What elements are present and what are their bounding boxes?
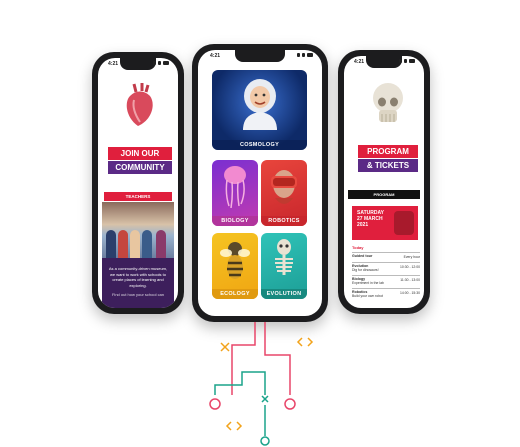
cross-icon bbox=[220, 342, 230, 352]
phone-notch bbox=[120, 58, 156, 70]
circuit-decoration bbox=[209, 322, 314, 446]
circuit-line bbox=[264, 322, 291, 395]
code-brackets-icon bbox=[296, 337, 314, 347]
circuit-node bbox=[284, 398, 296, 410]
status-time: 4:21 bbox=[354, 59, 365, 65]
status-icons bbox=[153, 61, 169, 65]
circuit-line bbox=[214, 371, 266, 395]
status-time: 4:21 bbox=[108, 61, 119, 67]
status-icons bbox=[297, 53, 313, 57]
status-time: 4:21 bbox=[210, 53, 221, 59]
cross-icon bbox=[261, 395, 269, 403]
status-icons bbox=[399, 59, 415, 63]
phone-notch bbox=[366, 56, 402, 68]
circuit-node bbox=[209, 398, 221, 410]
circuit-node bbox=[260, 436, 270, 446]
code-brackets-icon bbox=[225, 421, 243, 431]
circuit-line bbox=[231, 322, 256, 395]
phone-notch bbox=[235, 50, 285, 62]
